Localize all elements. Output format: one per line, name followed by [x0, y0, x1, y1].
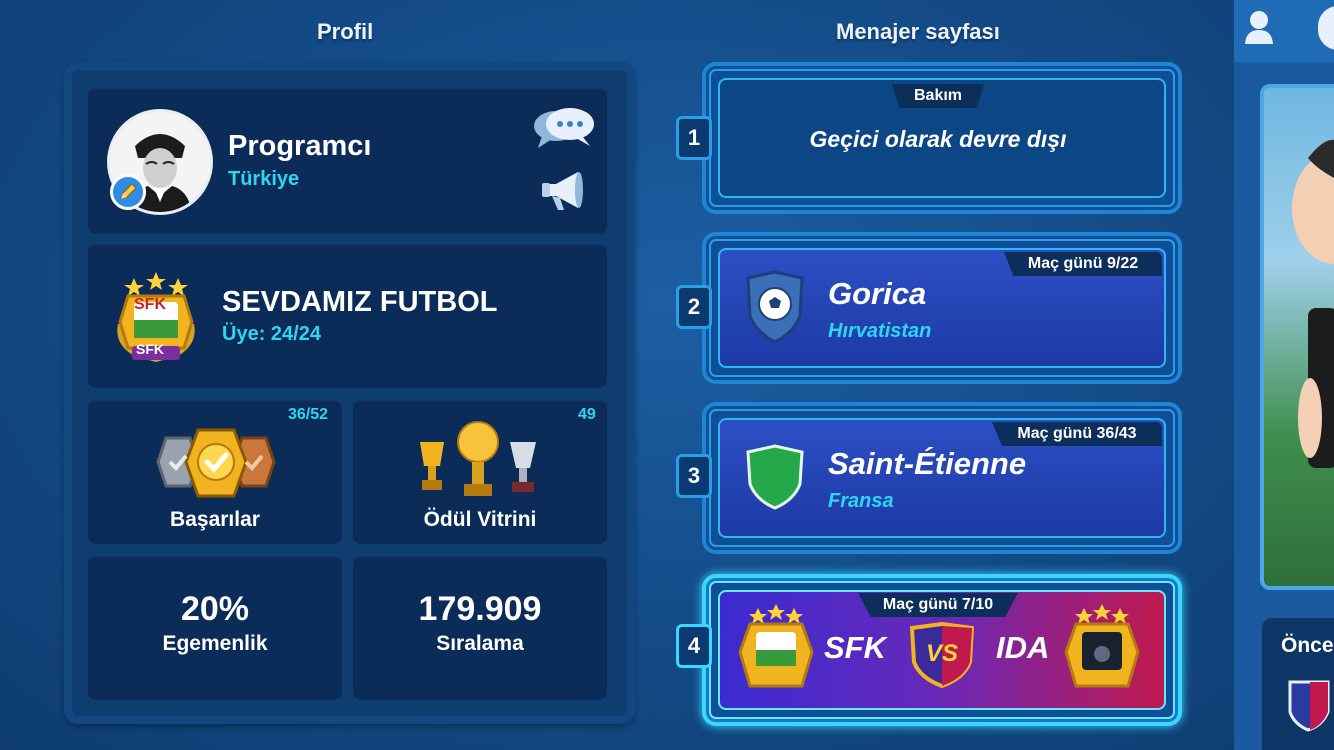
- slot-2-team-name: Gorica: [828, 276, 927, 311]
- user-country: Türkiye: [228, 168, 300, 190]
- profile-section-title: Profil: [317, 19, 374, 44]
- user-profile-icon[interactable]: [1242, 8, 1276, 48]
- slot-1-status-tag: Bakım: [892, 84, 984, 108]
- chat-button[interactable]: [532, 106, 596, 152]
- achievements-count: 36/52: [288, 406, 329, 423]
- pencil-icon: [120, 183, 137, 200]
- ranking-label: Sıralama: [436, 632, 524, 655]
- slot-1-message: Geçici olarak devre dışı: [809, 126, 1067, 152]
- slot-3-matchday-tag: Maç günü 36/43: [992, 422, 1162, 446]
- slot-2-matchday-tag: Maç günü 9/22: [1004, 252, 1162, 276]
- slot-2-team-country: Hırvatistan: [828, 320, 932, 342]
- edit-avatar-button[interactable]: [110, 174, 146, 210]
- megaphone-icon: [542, 172, 583, 210]
- announcement-button[interactable]: [538, 164, 590, 216]
- trophies-icon: [410, 418, 546, 502]
- medals-icon: [146, 426, 286, 500]
- vs-label: VS: [925, 640, 958, 667]
- club-badge-text: SFK: [134, 296, 166, 313]
- previous-panel-label: Önce: [1281, 634, 1334, 657]
- home-team-abbr: SFK: [824, 630, 886, 665]
- club-name: SEVDAMIZ FUTBOL: [222, 286, 498, 318]
- trophy-cabinet-label: Ödül Vitrini: [423, 508, 537, 531]
- saint-etienne-crest-icon: [744, 444, 806, 510]
- username: Programcı: [228, 130, 372, 162]
- slot-number-1: 1: [676, 116, 712, 160]
- chat-bubbles-icon: [534, 108, 594, 148]
- slot-number-2: 2: [676, 285, 712, 329]
- away-club-badge: [1056, 604, 1148, 696]
- trophies-count: 49: [578, 406, 596, 423]
- club-members: Üye: 24/24: [222, 323, 321, 345]
- club-badge-ribbon-text: SFK: [136, 341, 164, 357]
- slot-number-4: 4: [676, 624, 712, 668]
- dominance-label: Egemenlik: [162, 632, 268, 655]
- ranking-value: 179.909: [418, 590, 542, 628]
- slot-number-3: 3: [676, 454, 712, 498]
- team-crest-icon: [1288, 678, 1334, 732]
- away-team-abbr: IDA: [996, 630, 1050, 665]
- slot-3-team-name: Saint-Étienne: [828, 446, 1027, 481]
- slot-4-matchday-tag: Maç günü 7/10: [858, 593, 1018, 617]
- gorica-crest-icon: [744, 270, 806, 344]
- slot-3-team-country: Fransa: [828, 490, 894, 512]
- dominance-value: 20%: [180, 590, 250, 628]
- player-preview-scene: [1260, 84, 1334, 590]
- home-club-badge: [730, 604, 822, 696]
- manager-section-title: Menajer sayfası: [836, 19, 1000, 44]
- achievements-label: Başarılar: [170, 508, 260, 531]
